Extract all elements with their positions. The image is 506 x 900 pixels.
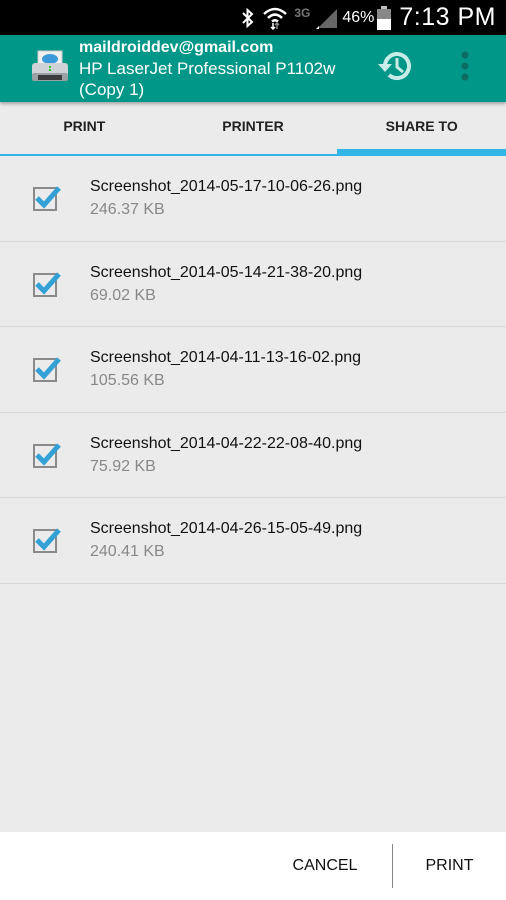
file-size: 240.41 KB — [90, 543, 165, 561]
print-button[interactable]: PRINT — [393, 832, 506, 900]
overflow-menu-button[interactable] — [450, 45, 480, 93]
clock: 7:13 PM — [399, 3, 496, 31]
tab-print[interactable]: PRINT — [0, 102, 169, 154]
checkmark-icon — [35, 357, 61, 380]
history-icon — [377, 47, 415, 90]
checkmark-icon — [35, 528, 61, 551]
printer-copy: (Copy 1) — [79, 80, 145, 99]
file-name: Screenshot_2014-05-17-10-06-26.png — [90, 178, 363, 196]
checkmark-icon — [35, 186, 61, 209]
file-size: 105.56 KB — [90, 372, 165, 390]
printer-name[interactable]: HP LaserJet Professional P1102w — [79, 58, 372, 79]
file-size: 75.92 KB — [90, 457, 156, 475]
app-titles: maildroiddev@gmail.com HP LaserJet Profe… — [79, 37, 372, 100]
checkmark-icon — [35, 443, 61, 466]
file-checkbox[interactable] — [33, 443, 61, 468]
tab-bar: PRINT PRINTER SHARE TO — [0, 102, 506, 156]
wifi-icon — [262, 6, 288, 30]
history-button[interactable] — [372, 45, 420, 93]
cancel-button[interactable]: CANCEL — [280, 832, 370, 900]
tab-share-to[interactable]: SHARE TO — [337, 102, 506, 156]
file-checkbox[interactable] — [33, 186, 61, 212]
overflow-menu-icon — [460, 51, 470, 86]
signal-icon — [316, 7, 338, 29]
file-list: Screenshot_2014-05-17-10-06-26.png 246.37… — [0, 156, 506, 584]
account-email: maildroiddev@gmail.com — [79, 39, 274, 56]
network-type: 3G — [294, 5, 311, 20]
bluetooth-icon — [240, 7, 256, 29]
file-name: Screenshot_2014-04-11-13-16-02.png — [90, 349, 362, 367]
app-bar: maildroiddev@gmail.com HP LaserJet Profe… — [0, 35, 506, 102]
tab-printer[interactable]: PRINTER — [169, 102, 338, 154]
file-name: Screenshot_2014-04-26-15-05-49.png — [90, 520, 363, 538]
file-checkbox[interactable] — [33, 528, 61, 554]
file-row[interactable]: Screenshot_2014-04-11-13-16-02.png 105.56… — [0, 327, 506, 413]
file-row[interactable]: Screenshot_2014-04-22-22-08-40.png 75.92 … — [0, 413, 506, 498]
file-row[interactable]: Screenshot_2014-04-26-15-05-49.png 240.41… — [0, 498, 506, 584]
file-name: Screenshot_2014-05-14-21-38-20.png — [90, 263, 363, 281]
battery-icon — [377, 5, 392, 30]
status-bar: 3G 46% 7:13 PM — [0, 0, 506, 35]
bottom-action-bar: CANCEL PRINT — [0, 832, 506, 900]
file-name: Screenshot_2014-04-22-22-08-40.png — [90, 434, 363, 452]
battery-percent: 46% — [342, 8, 375, 26]
file-size: 246.37 KB — [90, 201, 165, 219]
printer-cloud-icon — [30, 49, 70, 89]
checkmark-icon — [35, 272, 61, 295]
file-row[interactable]: Screenshot_2014-05-14-21-38-20.png 69.02 … — [0, 242, 506, 327]
file-checkbox[interactable] — [33, 357, 61, 383]
file-checkbox[interactable] — [33, 272, 61, 297]
file-size: 69.02 KB — [90, 286, 156, 304]
file-row[interactable]: Screenshot_2014-05-17-10-06-26.png 246.37… — [0, 156, 506, 242]
